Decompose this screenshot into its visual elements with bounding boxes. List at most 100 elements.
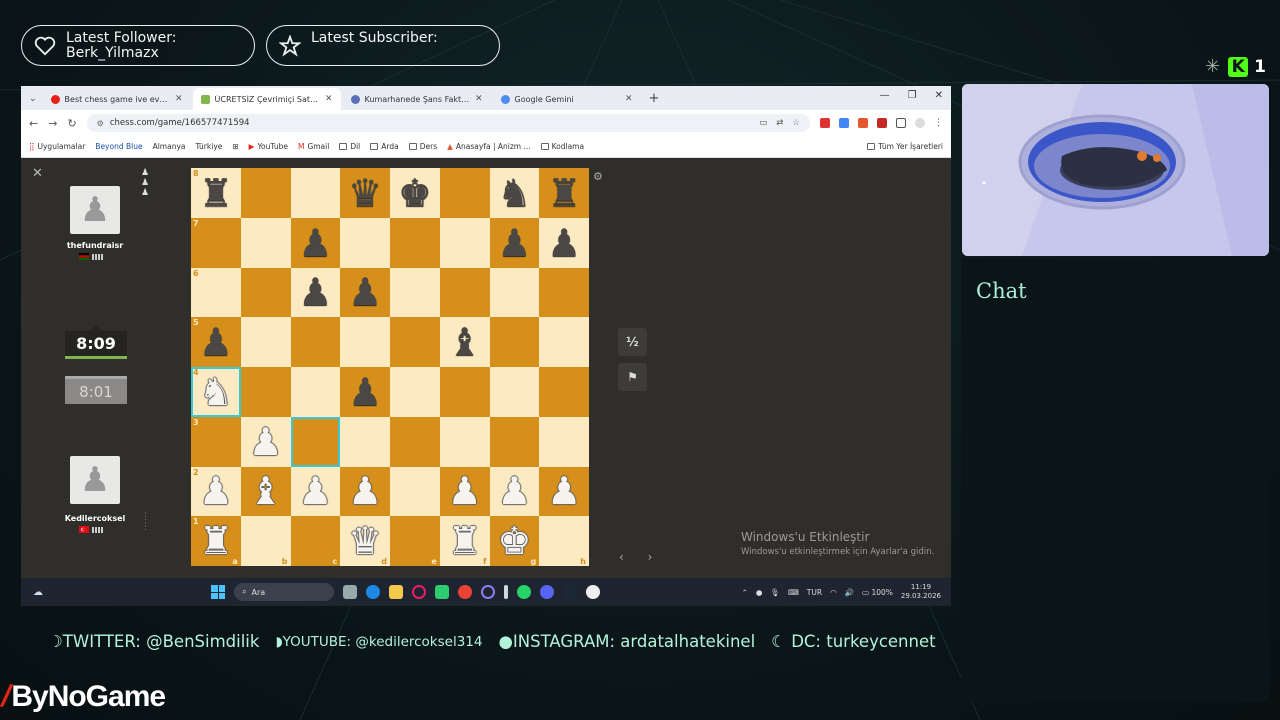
square-c3[interactable] [290, 416, 341, 467]
new-tab-button[interactable]: + [649, 91, 660, 106]
square-e6[interactable] [390, 267, 440, 318]
extension-icon[interactable] [858, 118, 868, 128]
black-pawn[interactable]: ♟ [348, 373, 382, 411]
square-f4[interactable] [439, 367, 490, 417]
square-c5[interactable] [290, 317, 341, 367]
square-g1[interactable]: g ♚ [489, 516, 540, 566]
square-c8[interactable] [290, 168, 341, 218]
bookmark-folder[interactable]: Arda [370, 142, 399, 151]
square-c6[interactable]: ♟ [290, 267, 341, 318]
square-e4[interactable] [390, 367, 440, 417]
forward-icon[interactable]: → [48, 117, 57, 130]
square-c4[interactable] [290, 367, 341, 417]
reload-icon[interactable]: ↻ [67, 117, 76, 130]
bookmark[interactable]: ⊞ [232, 142, 238, 151]
chrome-icon[interactable] [458, 585, 472, 599]
square-d3[interactable] [340, 416, 390, 467]
extension-icon[interactable] [877, 118, 887, 128]
square-h1[interactable]: h [539, 516, 589, 566]
minimize-icon[interactable]: — [880, 90, 890, 101]
white-rook[interactable]: ♜ [199, 522, 233, 560]
url-field[interactable]: ⚙ chess.com/game/166577471594 ▭ ⇄ ☆ [86, 114, 810, 132]
all-bookmarks[interactable]: Tüm Yer İşaretleri [867, 142, 943, 151]
black-king[interactable]: ♚ [398, 174, 432, 212]
bookmark[interactable]: M Gmail [298, 142, 329, 151]
square-a5[interactable]: 5 ♟ [191, 317, 241, 367]
black-pawn[interactable]: ♟ [547, 224, 581, 262]
square-d5[interactable] [340, 317, 390, 367]
opponent-name[interactable]: thefundraisr [58, 241, 132, 250]
black-pawn[interactable]: ♟ [298, 273, 332, 311]
square-h7[interactable]: ♟ [539, 217, 589, 268]
square-b2[interactable]: ♝ [240, 466, 291, 517]
square-e7[interactable] [390, 217, 440, 268]
square-f1[interactable]: f ♜ [439, 516, 490, 566]
square-a7[interactable]: 7 [191, 217, 241, 268]
tab-youtube[interactable]: Best chess game ive ever played ✕ [43, 88, 191, 110]
close-panel-icon[interactable]: ✕ [32, 166, 43, 181]
square-e1[interactable]: e [390, 516, 440, 566]
chess-board[interactable]: 8 ♜ ♛ ♚ ♞ ♜ 7 ♟ ♟ ♟ 6 ♟ ♟ 5 ♟ ♝ 4 ♞ ♟ 3 ♟ 2 ♟ ♝ ♟ ♟ ♟ ♟ ♟ 1 a ♜ b c d ♛ e f ♜ g… [191, 168, 589, 566]
square-g4[interactable] [489, 367, 540, 417]
white-pawn[interactable]: ♟ [547, 472, 581, 510]
tab-web[interactable]: Kumarhanede Şans Faktörü: Oy ✕ [343, 88, 491, 110]
profile-avatar[interactable] [915, 118, 925, 128]
bookmark[interactable]: Beyond Blue [95, 142, 142, 151]
black-pawn[interactable]: ♟ [497, 224, 531, 262]
square-g8[interactable]: ♞ [489, 168, 540, 218]
opponent-avatar[interactable]: ♟ [70, 186, 120, 234]
weather-icon[interactable]: ☁ [33, 587, 55, 598]
white-pawn[interactable]: ♟ [199, 472, 233, 510]
black-rook[interactable]: ♜ [199, 174, 233, 212]
bookmark[interactable]: ▶ YouTube [249, 142, 288, 151]
battery-indicator[interactable]: ▭ 100% [862, 588, 893, 597]
site-info-icon[interactable]: ⚙ [97, 119, 104, 128]
bookmark-folder[interactable]: Dil [339, 142, 360, 151]
white-pawn[interactable]: ♟ [448, 472, 482, 510]
square-d8[interactable]: ♛ [340, 168, 390, 218]
white-pawn[interactable]: ♟ [348, 472, 382, 510]
square-h6[interactable] [539, 267, 589, 318]
black-pawn[interactable]: ♟ [298, 224, 332, 262]
extension-icon[interactable] [839, 118, 849, 128]
resign-flag-button[interactable]: ⚑ [618, 363, 647, 391]
close-tab-icon[interactable]: ✕ [625, 94, 633, 104]
square-h3[interactable] [539, 416, 589, 467]
taskbar-search[interactable]: ⌕ Ara [234, 583, 334, 601]
square-b8[interactable] [240, 168, 291, 218]
bookmark-apps[interactable]: ⣿ Uygulamalar [29, 142, 85, 151]
player-name[interactable]: Kedilercoksel [58, 514, 132, 523]
square-e2[interactable] [390, 466, 440, 517]
media-app-icon[interactable] [586, 585, 600, 599]
board-settings-icon[interactable]: ⚙ [593, 170, 603, 183]
clock-date[interactable]: 11:19 29.03.2026 [901, 583, 941, 601]
tray-app-icon[interactable]: ● [756, 588, 763, 597]
volume-icon[interactable]: 🔊 [845, 588, 854, 597]
wifi-icon[interactable]: ◠ [830, 588, 837, 597]
keyboard-icon[interactable]: ⌨ [788, 588, 799, 597]
close-tab-icon[interactable]: ✕ [325, 94, 333, 104]
bookmark[interactable]: Almanya [153, 142, 186, 151]
tray-overflow-icon[interactable]: ⌃ [742, 588, 748, 597]
close-window-icon[interactable]: ✕ [935, 90, 943, 101]
offer-draw-button[interactable]: ½ [618, 328, 647, 356]
player-avatar[interactable]: ♟ [70, 456, 120, 504]
bookmark-folder[interactable]: Kodlama [540, 142, 584, 151]
tab-gemini[interactable]: Google Gemini ✕ [493, 88, 641, 110]
square-c2[interactable]: ♟ [290, 466, 341, 517]
extension-icon[interactable] [820, 118, 830, 128]
square-b1[interactable]: b [240, 516, 291, 566]
square-e3[interactable] [390, 416, 440, 467]
square-d4[interactable]: ♟ [340, 367, 390, 417]
square-b6[interactable] [240, 267, 291, 318]
square-a3[interactable]: 3 [191, 416, 241, 467]
black-pawn[interactable]: ♟ [348, 273, 382, 311]
square-b3[interactable]: ♟ [240, 416, 291, 467]
bookmark-star-icon[interactable]: ☆ [792, 118, 800, 128]
close-tab-icon[interactable]: ✕ [475, 94, 483, 104]
whatsapp-icon[interactable] [517, 585, 531, 599]
square-b5[interactable] [240, 317, 291, 367]
black-knight[interactable]: ♞ [497, 174, 531, 212]
square-g7[interactable]: ♟ [489, 217, 540, 268]
black-pawn[interactable]: ♟ [199, 323, 233, 361]
